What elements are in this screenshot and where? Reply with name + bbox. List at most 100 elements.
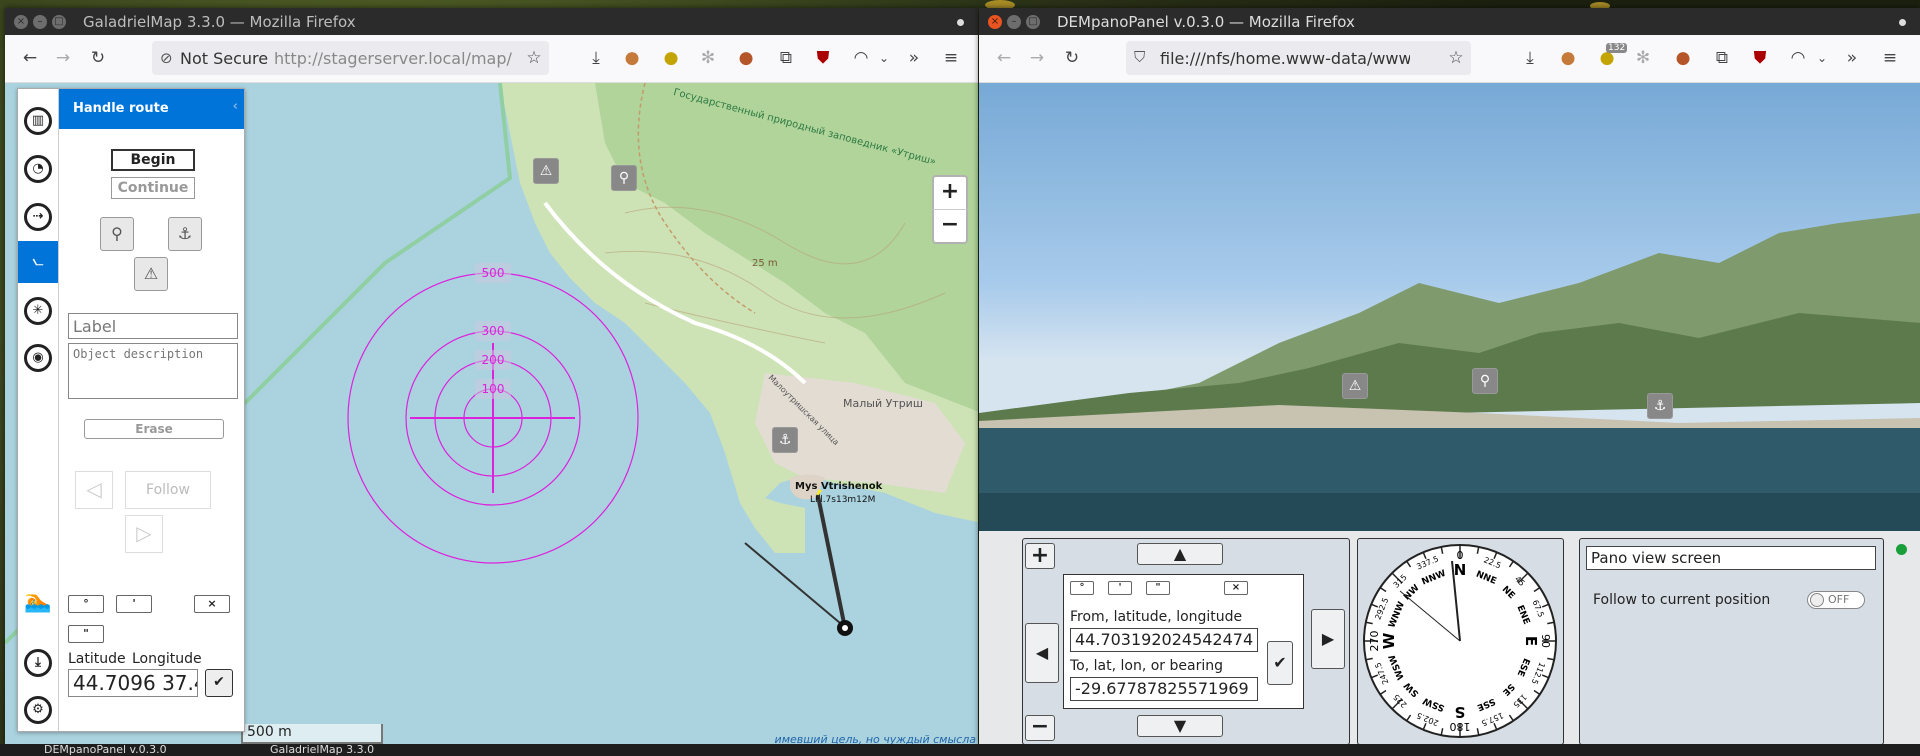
to-input[interactable]: -29.67787825571969: [1070, 677, 1258, 701]
sync-icon[interactable]: ◠: [850, 47, 872, 69]
move-down-button[interactable]: ▼: [1137, 715, 1223, 737]
chevron-down-icon[interactable]: ⌄: [1811, 47, 1833, 69]
format-minutes-button[interactable]: ': [1108, 581, 1132, 595]
extension-gear-icon[interactable]: ✻: [1632, 47, 1654, 69]
bookmark-star-icon[interactable]: ☆: [523, 47, 545, 69]
downloads-icon[interactable]: ⤓: [585, 47, 607, 69]
move-right-button[interactable]: ▶: [1311, 609, 1345, 669]
from-input[interactable]: 44.703192024542474: [1070, 628, 1258, 652]
apply-coords-button[interactable]: ✔: [1267, 641, 1293, 685]
extension-gear-icon[interactable]: ✻: [697, 47, 719, 69]
format-clear-button[interactable]: ×: [194, 595, 230, 613]
back-icon[interactable]: ←: [19, 47, 41, 69]
pano-warning-icon[interactable]: ⚠: [1342, 373, 1368, 399]
prev-button[interactable]: ◁: [75, 471, 113, 509]
coordinate-submit-button[interactable]: ✔: [205, 669, 233, 697]
to-value: -29.67787825571969: [1075, 679, 1249, 698]
continue-button[interactable]: Continue: [111, 177, 195, 199]
beacon-marker-icon[interactable]: ⚲: [611, 165, 637, 191]
check-icon: ✔: [1273, 653, 1287, 672]
add-warning-icon[interactable]: ⚠: [134, 257, 168, 291]
overflow-icon[interactable]: »: [1841, 47, 1863, 69]
menu-icon[interactable]: ≡: [940, 47, 962, 69]
forward-icon[interactable]: →: [52, 47, 74, 69]
reload-icon[interactable]: ↻: [87, 47, 109, 69]
zoom-in-button[interactable]: +: [932, 175, 968, 209]
extension-cookie-icon[interactable]: ●: [735, 47, 757, 69]
move-left-button[interactable]: ◀: [1025, 623, 1059, 683]
next-button[interactable]: ▷: [125, 515, 163, 553]
overflow-icon[interactable]: »: [903, 47, 925, 69]
bookmark-star-icon[interactable]: ☆: [1445, 47, 1467, 69]
url-bar[interactable]: ⊘ Not Secure http://stagerserver.local/m…: [152, 41, 549, 75]
pano-anchor-icon[interactable]: ⚓: [1647, 393, 1673, 419]
follow-toggle[interactable]: OFF: [1807, 591, 1865, 609]
mob-icon[interactable]: 🏊: [24, 589, 51, 614]
description-textarea[interactable]: Object description: [68, 343, 238, 399]
window-close-button[interactable]: ×: [988, 15, 1002, 29]
label-input[interactable]: Label: [68, 313, 238, 339]
tab-download-icon[interactable]: ⤓: [24, 649, 52, 677]
tab-handle-route-icon[interactable]: ⦦: [18, 241, 58, 283]
coordinate-value: 44.7096 37.4: [73, 671, 198, 695]
add-beacon-icon[interactable]: ⚲: [100, 217, 134, 251]
right-titlebar: × – □ DEMpanoPanel v.0.3.0 — Mozilla Fir…: [979, 8, 1920, 35]
format-degrees-button[interactable]: °: [1070, 581, 1094, 595]
tab-view-icon[interactable]: ◉: [24, 344, 52, 372]
compass-degree-label: 90: [1539, 634, 1552, 648]
back-icon[interactable]: ←: [993, 47, 1015, 69]
pano-beacon-icon[interactable]: ⚲: [1472, 368, 1498, 394]
window-maximize-button[interactable]: □: [1026, 15, 1040, 29]
pano-view-title-input[interactable]: Pano view screen: [1586, 546, 1876, 570]
tab-routes-icon[interactable]: ⇢: [24, 203, 52, 231]
zoom-plus-button[interactable]: +: [1025, 543, 1055, 569]
ublock-icon[interactable]: ⛊: [1749, 47, 1771, 69]
warning-marker-icon[interactable]: ⚠: [533, 158, 559, 184]
tab-settings-icon[interactable]: ⚙: [24, 696, 52, 724]
erase-button[interactable]: Erase: [84, 419, 224, 439]
begin-button[interactable]: Begin: [111, 149, 195, 171]
extensions-puzzle-icon[interactable]: ⧉: [1711, 47, 1733, 69]
extension-circle-icon[interactable]: ●: [660, 47, 682, 69]
extensions-puzzle-icon[interactable]: ⧉: [775, 47, 797, 69]
panorama-view[interactable]: ⚠ ⚲ ⚓: [979, 83, 1920, 531]
ublock-icon[interactable]: ⛊: [812, 47, 834, 69]
extension-monkey-icon[interactable]: ●: [1557, 47, 1579, 69]
format-seconds-button[interactable]: ": [68, 625, 104, 643]
panel-close-icon[interactable]: ‹: [233, 99, 238, 114]
format-minutes-button[interactable]: ': [116, 595, 152, 613]
window-close-button[interactable]: ×: [14, 15, 28, 29]
follow-button[interactable]: Follow: [125, 471, 211, 509]
move-up-button[interactable]: ▲: [1137, 543, 1223, 565]
taskbar-item[interactable]: GaladrielMap 3.3.0: [270, 743, 374, 756]
format-seconds-button[interactable]: ": [1146, 581, 1170, 595]
forward-icon[interactable]: →: [1026, 47, 1048, 69]
taskbar-item[interactable]: DEMpanoPanel v.0.3.0: [44, 743, 167, 756]
compass-point-label: E: [1522, 636, 1540, 646]
menu-icon[interactable]: ≡: [1879, 47, 1901, 69]
follow-label: Follow to current position: [1593, 592, 1771, 608]
coordinate-input[interactable]: 44.7096 37.4: [68, 669, 198, 697]
window-maximize-button[interactable]: □: [52, 15, 66, 29]
sync-icon[interactable]: ◠: [1787, 47, 1809, 69]
extension-cookie-icon[interactable]: ●: [1672, 47, 1694, 69]
left-titlebar: × – □ GaladrielMap 3.3.0 — Mozilla Firef…: [5, 8, 978, 35]
reload-icon[interactable]: ↻: [1061, 47, 1083, 69]
tab-maps-icon[interactable]: ▥: [24, 107, 52, 135]
point-light: LFl.7s13m12M: [810, 495, 876, 505]
range-ring-label: 300: [475, 321, 511, 341]
chevron-down-icon[interactable]: ⌄: [873, 47, 895, 69]
tab-ais-icon[interactable]: ✳: [24, 297, 52, 325]
url-bar[interactable]: ⛉ file:///nfs/home.www-data/www/DEMp: [1126, 41, 1471, 75]
zoom-out-button[interactable]: −: [932, 209, 968, 244]
format-degrees-button[interactable]: °: [68, 595, 104, 613]
extension-monkey-icon[interactable]: ●: [621, 47, 643, 69]
zoom-minus-button[interactable]: −: [1025, 715, 1055, 741]
anchorage-marker-icon[interactable]: ⚓: [772, 427, 798, 453]
window-minimize-button[interactable]: –: [33, 15, 47, 29]
window-minimize-button[interactable]: –: [1007, 15, 1021, 29]
format-clear-button[interactable]: ×: [1224, 581, 1248, 595]
tab-dashboard-icon[interactable]: ◔: [24, 155, 52, 183]
add-anchor-icon[interactable]: ⚓: [168, 217, 202, 251]
downloads-icon[interactable]: ⤓: [1519, 47, 1541, 69]
